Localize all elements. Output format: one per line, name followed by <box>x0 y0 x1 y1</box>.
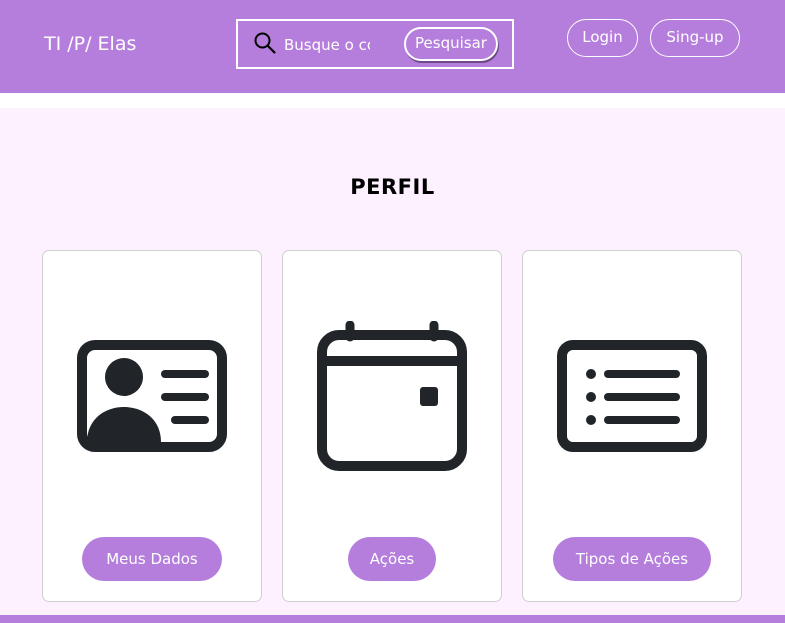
card-meus-dados: Meus Dados <box>42 250 262 602</box>
login-button[interactable]: Login <box>567 19 638 57</box>
page-title: PERFIL <box>350 175 435 199</box>
footer <box>0 615 785 623</box>
search-form: Pesquisar <box>236 19 514 69</box>
card-tipos-de-acoes: Tipos de Ações <box>522 250 742 602</box>
list-card-icon <box>557 340 707 452</box>
person-badge-icon <box>77 340 227 452</box>
search-button[interactable]: Pesquisar <box>404 27 498 61</box>
acoes-button[interactable]: Ações <box>348 537 436 581</box>
search-icon <box>254 32 276 54</box>
signup-button[interactable]: Sing-up <box>650 19 740 57</box>
calendar-icon <box>317 321 467 471</box>
tipos-de-acoes-button[interactable]: Tipos de Ações <box>553 537 711 581</box>
meus-dados-button[interactable]: Meus Dados <box>82 537 222 581</box>
card-acoes: Ações <box>282 250 502 602</box>
search-input[interactable] <box>284 34 370 56</box>
brand-link[interactable]: TI /P/ Elas <box>44 32 136 56</box>
navbar: TI /P/ Elas Pesquisar Login Sing-up <box>0 0 785 93</box>
